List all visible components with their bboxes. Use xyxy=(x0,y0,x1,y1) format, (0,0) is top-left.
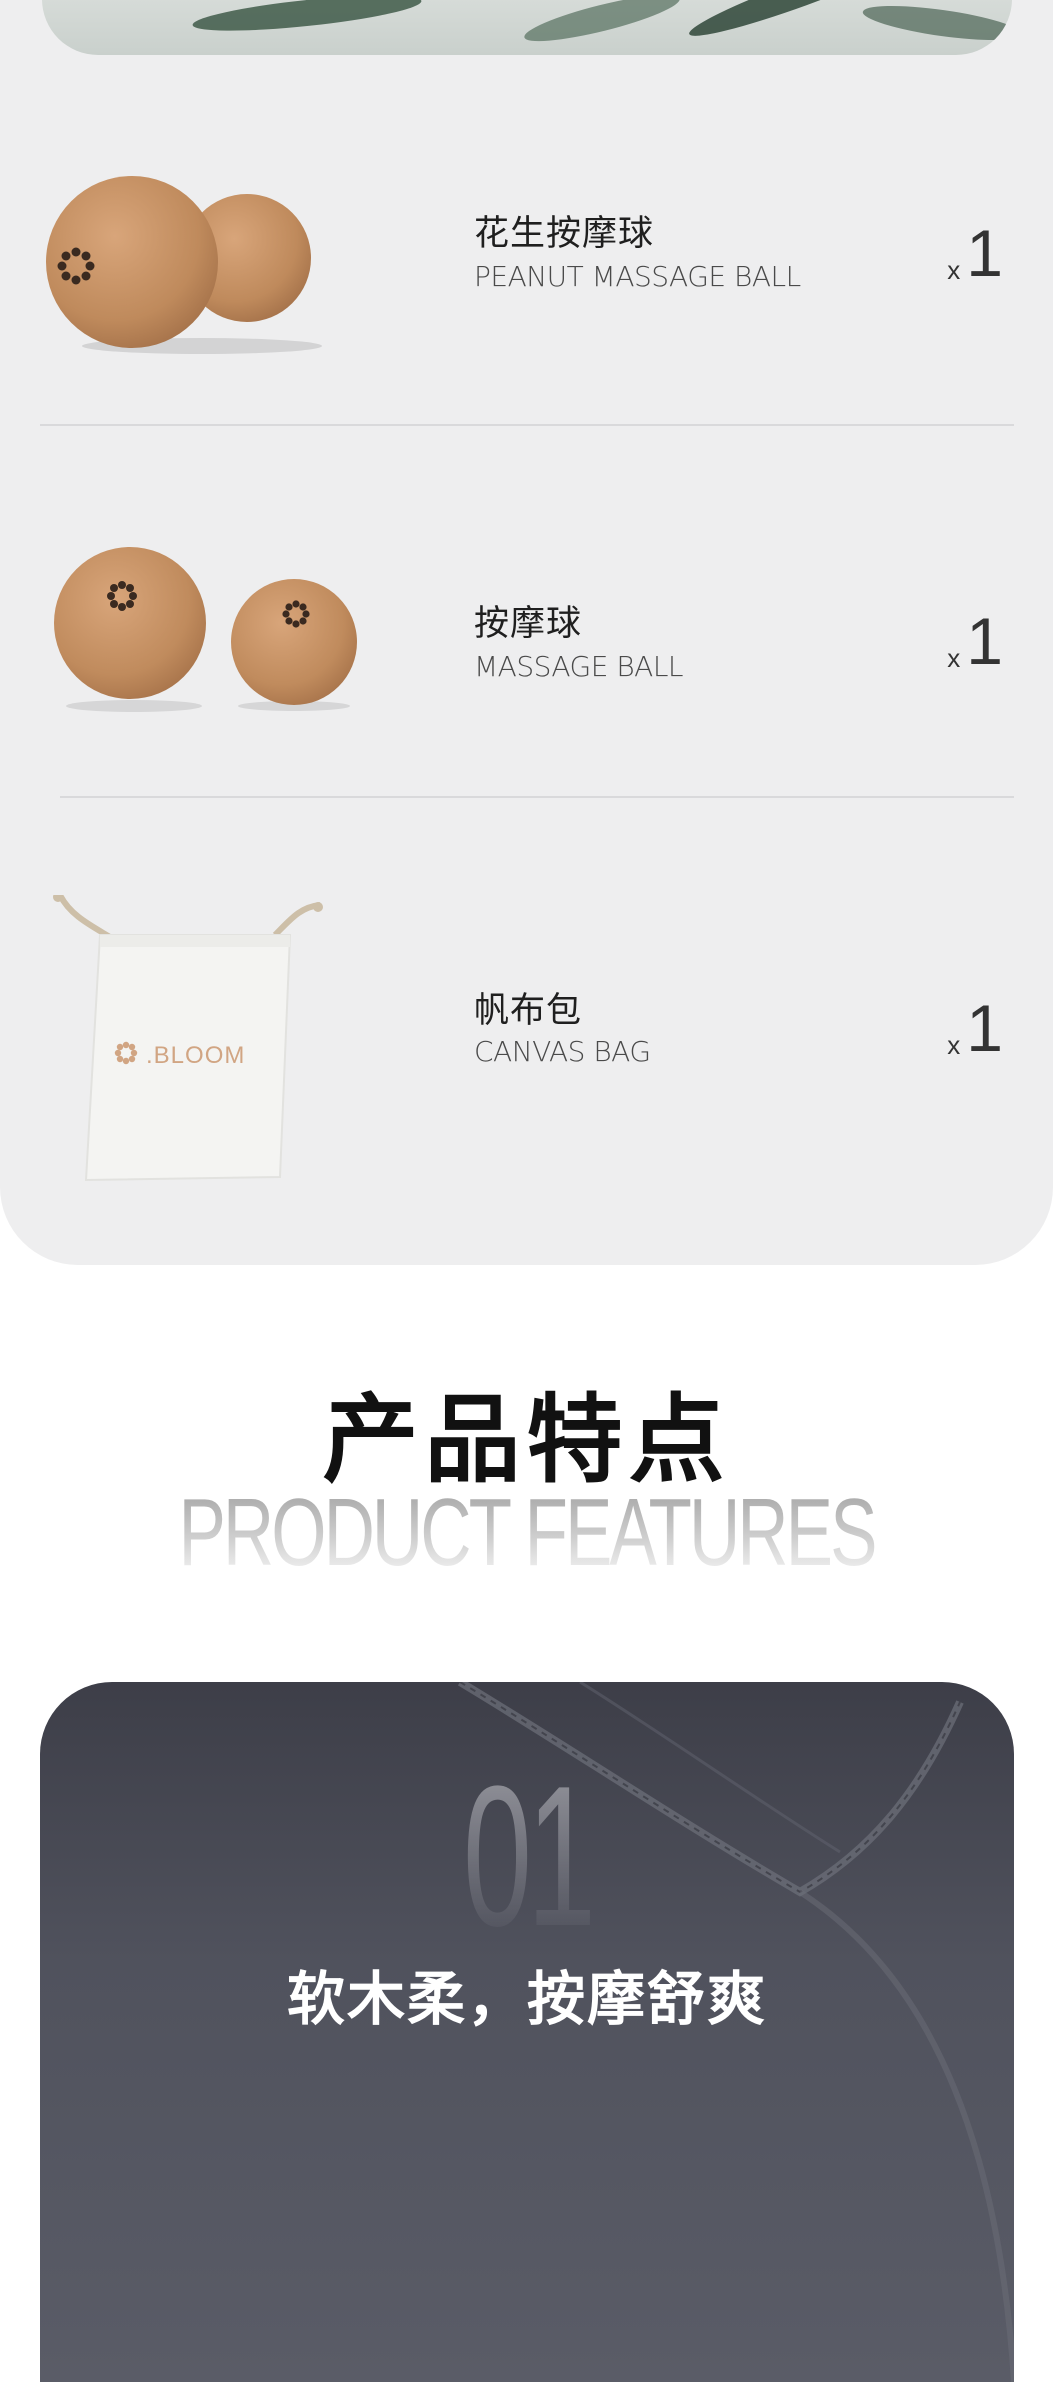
feature-card: 01 软木柔，按摩舒爽 xyxy=(40,1682,1014,2382)
kit-item-massage-ball: 按摩球 MASSAGE BALL x1 xyxy=(0,520,1053,770)
bag-logo-text: .BLOOM xyxy=(146,1042,245,1069)
item-name-en: CANVAS BAG xyxy=(474,1035,651,1068)
kit-contents-panel: 花生按摩球 PEANUT MASSAGE BALL x1 按摩球 MASSAGE… xyxy=(0,0,1053,1265)
item-quantity: x1 xyxy=(947,995,1003,1061)
plant-leaf xyxy=(191,0,423,38)
feature-text: 软木柔，按摩舒爽 xyxy=(286,1965,767,2033)
item-divider xyxy=(60,796,1014,798)
kit-item-canvas-bag: .BLOOM 帆布包 CANVAS BAG x1 xyxy=(0,880,1053,1200)
quantity-value: 1 xyxy=(966,216,1003,290)
item-quantity: x1 xyxy=(947,608,1003,674)
item-name-cn: 帆布包 xyxy=(474,991,583,1031)
kit-item-peanut-ball: 花生按摩球 PEANUT MASSAGE BALL x1 xyxy=(0,140,1053,390)
quantity-prefix: x xyxy=(947,643,961,673)
peanut-massage-ball-image xyxy=(46,176,322,354)
quantity-prefix: x xyxy=(947,1030,961,1060)
item-divider xyxy=(40,424,1014,426)
quantity-value: 1 xyxy=(966,604,1003,678)
quantity-value: 1 xyxy=(966,991,1003,1065)
massage-ball-pair-image xyxy=(54,547,357,712)
plant-leaf xyxy=(860,0,1012,48)
item-name-en: MASSAGE BALL xyxy=(474,650,684,683)
item-quantity: x1 xyxy=(947,220,1003,286)
feature-number: 01 xyxy=(225,1742,829,1972)
item-name-cn: 花生按摩球 xyxy=(474,214,655,254)
features-title-en: PRODUCT FEATURES xyxy=(137,1478,916,1588)
item-name-cn: 按摩球 xyxy=(474,604,583,644)
item-name-en: PEANUT MASSAGE BALL xyxy=(474,260,801,293)
plant-leaf xyxy=(521,0,683,50)
quantity-prefix: x xyxy=(947,255,961,285)
canvas-bag-image: .BLOOM xyxy=(53,895,323,1182)
hero-image-strip xyxy=(42,0,1012,55)
